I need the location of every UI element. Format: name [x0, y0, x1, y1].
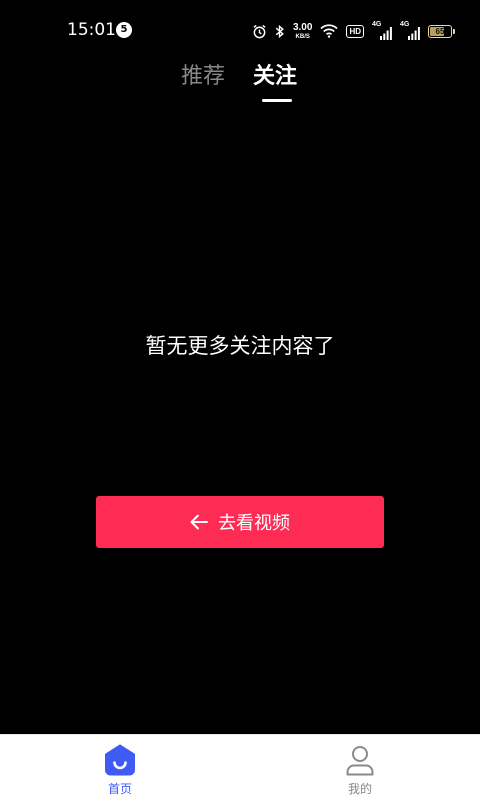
status-time: 15:01 — [67, 20, 116, 40]
network-speed: 3.00 KB/S — [292, 21, 313, 40]
nav-item-me[interactable]: 我的 — [240, 735, 480, 801]
arrow-left-icon — [190, 514, 208, 530]
wifi-icon — [320, 24, 339, 38]
go-watch-videos-label: 去看视频 — [218, 513, 290, 534]
signal-icon: 4G — [400, 21, 420, 40]
notification-badge: 5 — [116, 22, 132, 38]
bluetooth-icon — [275, 24, 285, 39]
empty-state-message: 暂无更多关注内容了 — [145, 334, 335, 358]
net-speed-unit: KB/S — [295, 33, 310, 40]
home-icon — [103, 743, 137, 777]
user-icon — [343, 743, 377, 777]
go-watch-videos-button[interactable]: 去看视频 — [96, 496, 384, 548]
tab-follow[interactable]: 关注 — [253, 62, 297, 92]
top-tabs: 推荐 关注 — [0, 62, 480, 106]
battery-level: 65 — [435, 26, 445, 36]
alarm-icon — [252, 24, 267, 39]
nav-label-home: 首页 — [107, 782, 132, 796]
net-speed-value: 3.00 — [292, 21, 313, 33]
status-icons: 3.00 KB/S HD 4G 4G 65 — [252, 20, 455, 42]
nav-item-home[interactable]: 首页 — [0, 735, 240, 801]
signal-icon: 4G — [372, 21, 392, 40]
hd-icon: HD — [346, 24, 364, 38]
tab-recommend[interactable]: 推荐 — [181, 62, 225, 92]
status-bar: 15:01 5 3.00 KB/S HD 4G 4G 65 — [0, 0, 480, 60]
active-tab-indicator — [262, 99, 292, 102]
nav-label-me: 我的 — [347, 782, 372, 796]
bottom-nav: 首页 我的 — [0, 734, 480, 801]
battery-icon: 65 — [428, 24, 455, 38]
